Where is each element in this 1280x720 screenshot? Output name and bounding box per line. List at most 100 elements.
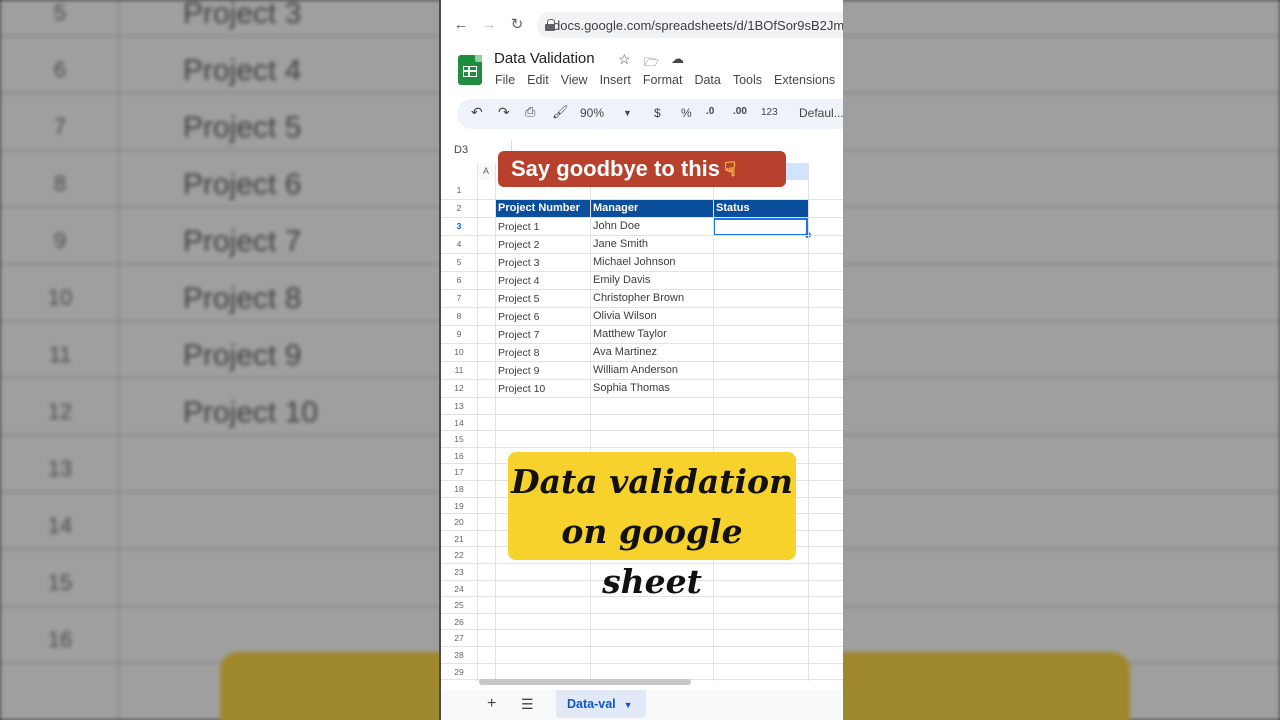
cell-project[interactable]: Project 6 — [495, 311, 539, 323]
row-header[interactable]: 26 — [441, 617, 477, 627]
sheet-tab-data-val[interactable]: Data-val ▼ — [556, 690, 646, 718]
menu-data[interactable]: Data — [694, 73, 720, 87]
row-header[interactable]: 18 — [441, 484, 477, 494]
row-header[interactable]: 12 — [441, 383, 477, 393]
row-header[interactable]: 23 — [441, 567, 477, 577]
increase-decimal-button[interactable]: .00 — [733, 106, 747, 117]
backdrop-row — [843, 379, 1280, 436]
cell-manager[interactable]: Emily Davis — [590, 274, 650, 286]
name-box[interactable]: D3 — [454, 144, 468, 156]
row-header[interactable]: 14 — [441, 418, 477, 428]
row-header[interactable]: 27 — [441, 633, 477, 643]
row-header[interactable]: 6 — [441, 275, 477, 285]
backdrop-row — [843, 436, 1280, 493]
zoom-caret-icon[interactable]: ▼ — [623, 108, 632, 118]
cell-project[interactable]: Project 10 — [495, 383, 545, 395]
grid-row-line — [441, 235, 843, 236]
star-icon[interactable]: ☆ — [618, 51, 631, 68]
row-header[interactable]: 9 — [441, 329, 477, 339]
menu-view[interactable]: View — [561, 73, 588, 87]
row-header[interactable]: 15 — [441, 434, 477, 444]
row-header[interactable]: 19 — [441, 501, 477, 511]
cell-manager[interactable]: Michael Johnson — [590, 256, 676, 268]
cell-manager[interactable]: Christopher Brown — [590, 292, 684, 304]
decrease-decimal-button[interactable]: .0 — [706, 106, 714, 117]
cell-project[interactable]: Project 4 — [495, 275, 539, 287]
backdrop-project-text: Project 5 — [183, 111, 302, 144]
backdrop-row-number: 5 — [53, 0, 67, 25]
cell-project[interactable]: Project 5 — [495, 293, 539, 305]
number-format-button[interactable]: 123 — [761, 107, 778, 118]
menu-extensions[interactable]: Extensions — [774, 73, 835, 87]
row-header[interactable]: 1 — [441, 185, 477, 195]
row-header[interactable]: 16 — [441, 451, 477, 461]
row-header[interactable]: 10 — [441, 347, 477, 357]
row-header[interactable]: 25 — [441, 600, 477, 610]
cell-project[interactable]: Project 8 — [495, 347, 539, 359]
selected-cell-d3[interactable] — [713, 218, 808, 236]
add-sheet-icon[interactable]: + — [487, 695, 496, 713]
backdrop-left: 5 Project 3 6 Project 4 7 Project 5 8 Project 6… — [0, 0, 439, 720]
cell-project[interactable]: Project 2 — [495, 239, 539, 251]
percent-button[interactable]: % — [681, 106, 692, 120]
row-header[interactable]: 7 — [441, 293, 477, 303]
phone-screen: ← → ↻ docs.google.com/spreadsheets/d/1BO… — [439, 0, 843, 720]
menu-tools[interactable]: Tools — [733, 73, 762, 87]
grid-row-line — [441, 446, 843, 448]
menu-file[interactable]: File — [495, 73, 515, 87]
cell-project[interactable]: Project 1 — [495, 221, 539, 233]
font-select[interactable]: Defaul... — [799, 106, 843, 120]
cell-manager[interactable]: John Doe — [590, 220, 640, 232]
paint-format-icon[interactable]: 🖌 — [552, 104, 569, 120]
reload-icon[interactable]: ↻ — [509, 17, 525, 33]
row-header[interactable]: 2 — [441, 203, 477, 213]
sheets-logo-icon[interactable] — [458, 55, 482, 85]
print-icon[interactable]: ⎙ — [525, 104, 535, 120]
row-header[interactable]: 24 — [441, 584, 477, 594]
cell-manager[interactable]: Ava Martinez — [590, 346, 657, 358]
menu-insert[interactable]: Insert — [600, 73, 631, 87]
cell-manager[interactable]: Jane Smith — [590, 238, 648, 250]
cell-project[interactable]: Project 9 — [495, 365, 539, 377]
row-header[interactable]: 3 — [441, 221, 477, 231]
sheet-tab-caret-icon[interactable]: ▼ — [624, 700, 633, 710]
row-header[interactable]: 13 — [441, 401, 477, 411]
forward-arrow-icon[interactable]: → — [481, 17, 497, 33]
row-header[interactable]: 4 — [441, 239, 477, 249]
row-header[interactable]: 5 — [441, 257, 477, 267]
currency-button[interactable]: $ — [654, 106, 661, 120]
cell-project[interactable]: Project 3 — [495, 257, 539, 269]
cell-manager[interactable]: Matthew Taylor — [590, 328, 667, 340]
grid-row-line — [441, 199, 843, 200]
row-header[interactable]: 17 — [441, 467, 477, 477]
cell-manager[interactable]: Olivia Wilson — [590, 310, 657, 322]
row-header[interactable]: 8 — [441, 311, 477, 321]
undo-icon[interactable]: ↶ — [471, 104, 483, 121]
row-header[interactable]: 22 — [441, 550, 477, 560]
zoom-select[interactable]: 90% — [580, 106, 604, 120]
row-header[interactable]: 29 — [441, 667, 477, 677]
back-arrow-icon[interactable]: ← — [453, 17, 469, 33]
row-header[interactable]: 20 — [441, 517, 477, 527]
cell-project[interactable]: Project 7 — [495, 329, 539, 341]
row-header[interactable]: 28 — [441, 650, 477, 660]
url-field[interactable]: docs.google.com/spreadsheets/d/1BOfSor9s… — [537, 12, 843, 38]
document-title[interactable]: Data Validation — [494, 50, 595, 67]
header-manager[interactable]: Manager — [590, 200, 713, 217]
row-header[interactable]: 21 — [441, 534, 477, 544]
menu-format[interactable]: Format — [643, 73, 683, 87]
move-folder-icon[interactable]: 🗁 — [644, 53, 659, 74]
cloud-status-icon[interactable]: ☁ — [671, 51, 684, 67]
horizontal-scrollbar[interactable] — [479, 679, 691, 685]
header-status[interactable]: Status — [713, 200, 808, 217]
redo-icon[interactable]: ↷ — [498, 104, 510, 121]
cell-manager[interactable]: William Anderson — [590, 364, 678, 376]
menu-edit[interactable]: Edit — [527, 73, 549, 87]
backdrop-row — [843, 550, 1280, 607]
all-sheets-icon[interactable]: ☰ — [521, 696, 534, 713]
column-header-a[interactable]: A — [477, 163, 495, 180]
row-header[interactable]: 11 — [441, 365, 477, 375]
header-project-number[interactable]: Project Number — [495, 200, 590, 217]
backdrop-row-number: 13 — [47, 456, 73, 481]
cell-manager[interactable]: Sophia Thomas — [590, 382, 670, 394]
